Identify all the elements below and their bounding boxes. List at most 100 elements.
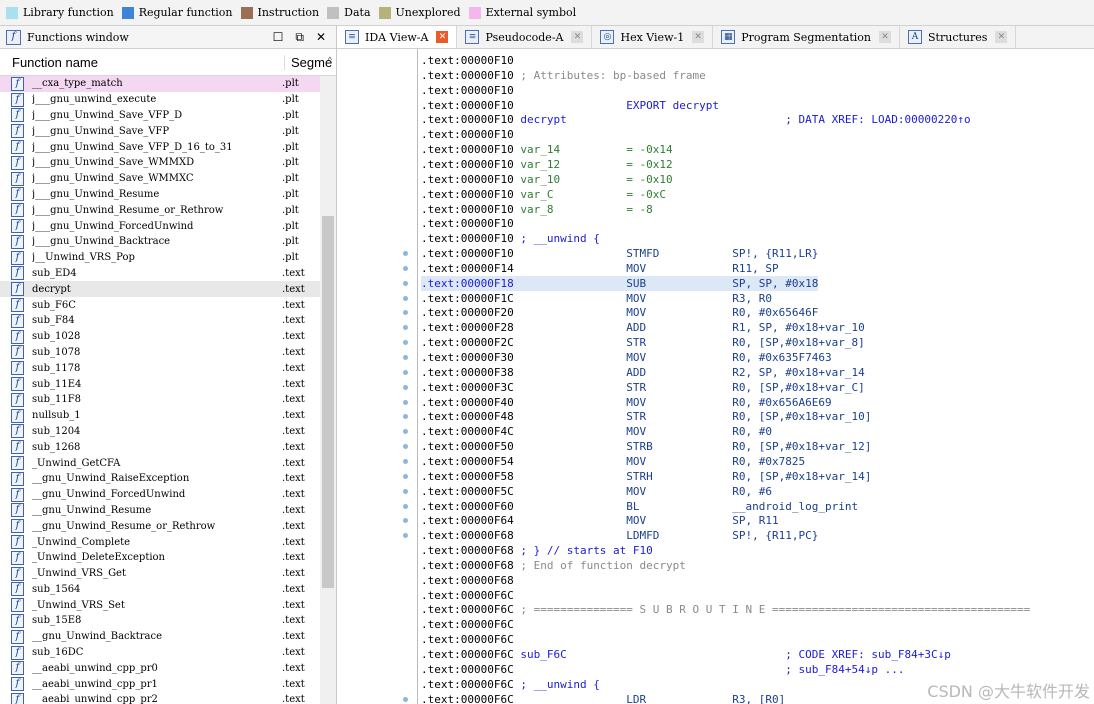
tab-program-segmentation[interactable]: ▦ Program Segmentation ✕ — [713, 26, 901, 48]
code-line[interactable]: .text:00000F58 STRH R0, [SP,#0x18+var_14… — [421, 469, 871, 484]
breakpoint-dot-icon[interactable] — [403, 414, 408, 420]
function-row[interactable]: f __gnu_Unwind_Resume_or_Rethrow .text — [0, 518, 320, 534]
function-row[interactable]: f sub_F6C .text — [0, 297, 320, 313]
code-line[interactable]: .text:00000F68 ; } // starts at F10 — [421, 543, 653, 558]
function-row[interactable]: f j___gnu_Unwind_Save_WMMXC .plt — [0, 171, 320, 187]
tab-close-icon[interactable]: ✕ — [995, 31, 1008, 43]
function-row[interactable]: f __gnu_Unwind_Backtrace .text — [0, 629, 320, 645]
code-line[interactable]: .text:00000F10 decrypt ; DATA XREF: LOAD… — [421, 112, 971, 127]
code-line[interactable]: .text:00000F10 EXPORT decrypt — [421, 98, 719, 113]
function-row[interactable]: f j___gnu_Unwind_Resume .plt — [0, 187, 320, 203]
breakpoint-dot-icon[interactable] — [403, 458, 408, 464]
code-line[interactable]: .text:00000F10 — [421, 127, 514, 142]
function-row[interactable]: f __aeabi_unwind_cpp_pr2 .text — [0, 692, 320, 704]
code-line[interactable]: .text:00000F14 MOV R11, SP — [421, 261, 779, 276]
breakpoint-dot-icon[interactable] — [403, 369, 408, 375]
code-line[interactable]: .text:00000F6C LDR R3, [R0] — [421, 692, 785, 704]
code-line[interactable]: .text:00000F40 MOV R0, #0x656A6E69 — [421, 395, 832, 410]
function-row[interactable]: f j___gnu_Unwind_Resume_or_Rethrow .plt — [0, 202, 320, 218]
code-line[interactable]: .text:00000F38 ADD R2, SP, #0x18+var_14 — [421, 365, 865, 380]
restore-icon[interactable]: ☐ — [273, 30, 284, 45]
tab-hex-view-1[interactable]: ◎ Hex View-1 ✕ — [592, 26, 714, 48]
function-row[interactable]: f sub_1078 .text — [0, 345, 320, 361]
breakpoint-dot-icon[interactable] — [403, 473, 408, 479]
function-row[interactable]: f sub_1028 .text — [0, 329, 320, 345]
code-line[interactable]: .text:00000F10 var_C = -0xC — [421, 187, 666, 202]
breakpoint-dot-icon[interactable] — [403, 399, 408, 405]
breakpoint-dot-icon[interactable] — [403, 251, 408, 257]
code-line[interactable]: .text:00000F10 var_8 = -8 — [421, 202, 653, 217]
close-icon[interactable]: ✕ — [316, 30, 326, 45]
code-line[interactable]: .text:00000F18 SUB SP, SP, #0x18 — [421, 275, 819, 291]
breakpoint-dot-icon[interactable] — [403, 429, 408, 435]
function-row[interactable]: f _Unwind_GetCFA .text — [0, 455, 320, 471]
code-line[interactable]: .text:00000F6C ; sub_F84+54↓p ... — [421, 662, 904, 677]
function-row[interactable]: f j___gnu_Unwind_Save_VFP .plt — [0, 123, 320, 139]
function-row[interactable]: f sub_1268 .text — [0, 439, 320, 455]
breakpoint-dot-icon[interactable] — [403, 265, 408, 271]
code-line[interactable]: .text:00000F1C MOV R3, R0 — [421, 291, 772, 306]
function-row[interactable]: f decrypt .text — [0, 281, 320, 298]
tab-close-icon[interactable]: ✕ — [879, 31, 892, 43]
function-row[interactable]: f _Unwind_VRS_Get .text — [0, 566, 320, 582]
code-line[interactable]: .text:00000F50 STRB R0, [SP,#0x18+var_12… — [421, 439, 871, 454]
function-row[interactable]: f sub_11E4 .text — [0, 376, 320, 392]
tab-close-icon[interactable]: ✕ — [571, 31, 584, 43]
code-line[interactable]: .text:00000F6C — [421, 617, 514, 632]
tab-pseudocode-a[interactable]: ≡ Pseudocode-A ✕ — [457, 26, 593, 48]
function-row[interactable]: f sub_11F8 .text — [0, 392, 320, 408]
code-line[interactable]: .text:00000F20 MOV R0, #0x65646F — [421, 305, 818, 320]
breakpoint-dot-icon[interactable] — [403, 280, 408, 286]
breakpoint-dot-icon[interactable] — [403, 488, 408, 494]
function-row[interactable]: f j___gnu_Unwind_Save_VFP_D_16_to_31 .plt — [0, 139, 320, 155]
code-line[interactable]: .text:00000F54 MOV R0, #0x7825 — [421, 454, 805, 469]
breakpoint-dot-icon[interactable] — [403, 384, 408, 390]
code-line[interactable]: .text:00000F10 — [421, 53, 514, 68]
breakpoint-dot-icon[interactable] — [403, 295, 408, 301]
tab-structures[interactable]: A Structures ✕ — [900, 26, 1017, 48]
function-row[interactable]: f sub_1564 .text — [0, 582, 320, 598]
function-row[interactable]: f __aeabi_unwind_cpp_pr0 .text — [0, 660, 320, 676]
tab-ida-view-a[interactable]: ≡ IDA View-A ✕ — [337, 26, 458, 48]
breakpoint-dot-icon[interactable] — [403, 518, 408, 524]
function-row[interactable]: f sub_ED4 .text — [0, 266, 320, 282]
function-row[interactable]: f j___gnu_unwind_execute .plt — [0, 92, 320, 108]
function-row[interactable]: f j___gnu_Unwind_Save_VFP_D .plt — [0, 108, 320, 124]
breakpoint-dot-icon[interactable] — [403, 503, 408, 509]
function-row[interactable]: f sub_1204 .text — [0, 424, 320, 440]
code-line[interactable]: .text:00000F4C MOV R0, #0 — [421, 424, 772, 439]
code-line[interactable]: .text:00000F68 ; End of function decrypt — [421, 558, 686, 573]
function-row[interactable]: f _Unwind_VRS_Set .text — [0, 597, 320, 613]
code-line[interactable]: .text:00000F60 BL __android_log_print — [421, 499, 858, 514]
code-line[interactable]: .text:00000F10 var_10 = -0x10 — [421, 172, 673, 187]
code-line[interactable]: .text:00000F10 — [421, 83, 514, 98]
function-row[interactable]: f j___gnu_Unwind_Save_WMMXD .plt — [0, 155, 320, 171]
function-row[interactable]: f j___gnu_Unwind_ForcedUnwind .plt — [0, 218, 320, 234]
breakpoint-dot-icon[interactable] — [403, 696, 408, 702]
code-line[interactable]: .text:00000F30 MOV R0, #0x635F7463 — [421, 350, 832, 365]
breakpoint-dot-icon[interactable] — [403, 340, 408, 346]
tab-close-icon[interactable]: ✕ — [692, 31, 705, 43]
code-line[interactable]: .text:00000F10 ; Attributes: bp-based fr… — [421, 68, 706, 83]
function-row[interactable]: f __gnu_Unwind_ForcedUnwind .text — [0, 487, 320, 503]
function-row[interactable]: f sub_F84 .text — [0, 313, 320, 329]
code-line[interactable]: .text:00000F2C STR R0, [SP,#0x18+var_8] — [421, 335, 865, 350]
function-row[interactable]: f __aeabi_unwind_cpp_pr1 .text — [0, 676, 320, 692]
code-line[interactable]: .text:00000F6C sub_F6C ; CODE XREF: sub_… — [421, 647, 951, 662]
code-line[interactable]: .text:00000F6C ; __unwind { — [421, 677, 600, 692]
code-line[interactable]: .text:00000F6C ; =============== S U B R… — [421, 602, 1030, 617]
column-segment[interactable]: Segme — [284, 54, 332, 70]
code-line[interactable]: .text:00000F5C MOV R0, #6 — [421, 484, 772, 499]
breakpoint-dot-icon[interactable] — [403, 444, 408, 450]
code-line[interactable]: .text:00000F10 STMFD SP!, {R11,LR} — [421, 246, 818, 261]
code-line[interactable]: .text:00000F64 MOV SP, R11 — [421, 513, 779, 528]
function-row[interactable]: f nullsub_1 .text — [0, 408, 320, 424]
code-line[interactable]: .text:00000F6C — [421, 588, 514, 603]
code-line[interactable]: .text:00000F6C — [421, 632, 514, 647]
code-line[interactable]: .text:00000F48 STR R0, [SP,#0x18+var_10] — [421, 409, 871, 424]
breakpoint-dot-icon[interactable] — [403, 325, 408, 331]
column-function-name[interactable]: Function name — [0, 55, 284, 70]
tab-close-icon[interactable]: ✕ — [436, 31, 449, 43]
function-row[interactable]: f __gnu_Unwind_Resume .text — [0, 503, 320, 519]
function-row[interactable]: f sub_1178 .text — [0, 360, 320, 376]
